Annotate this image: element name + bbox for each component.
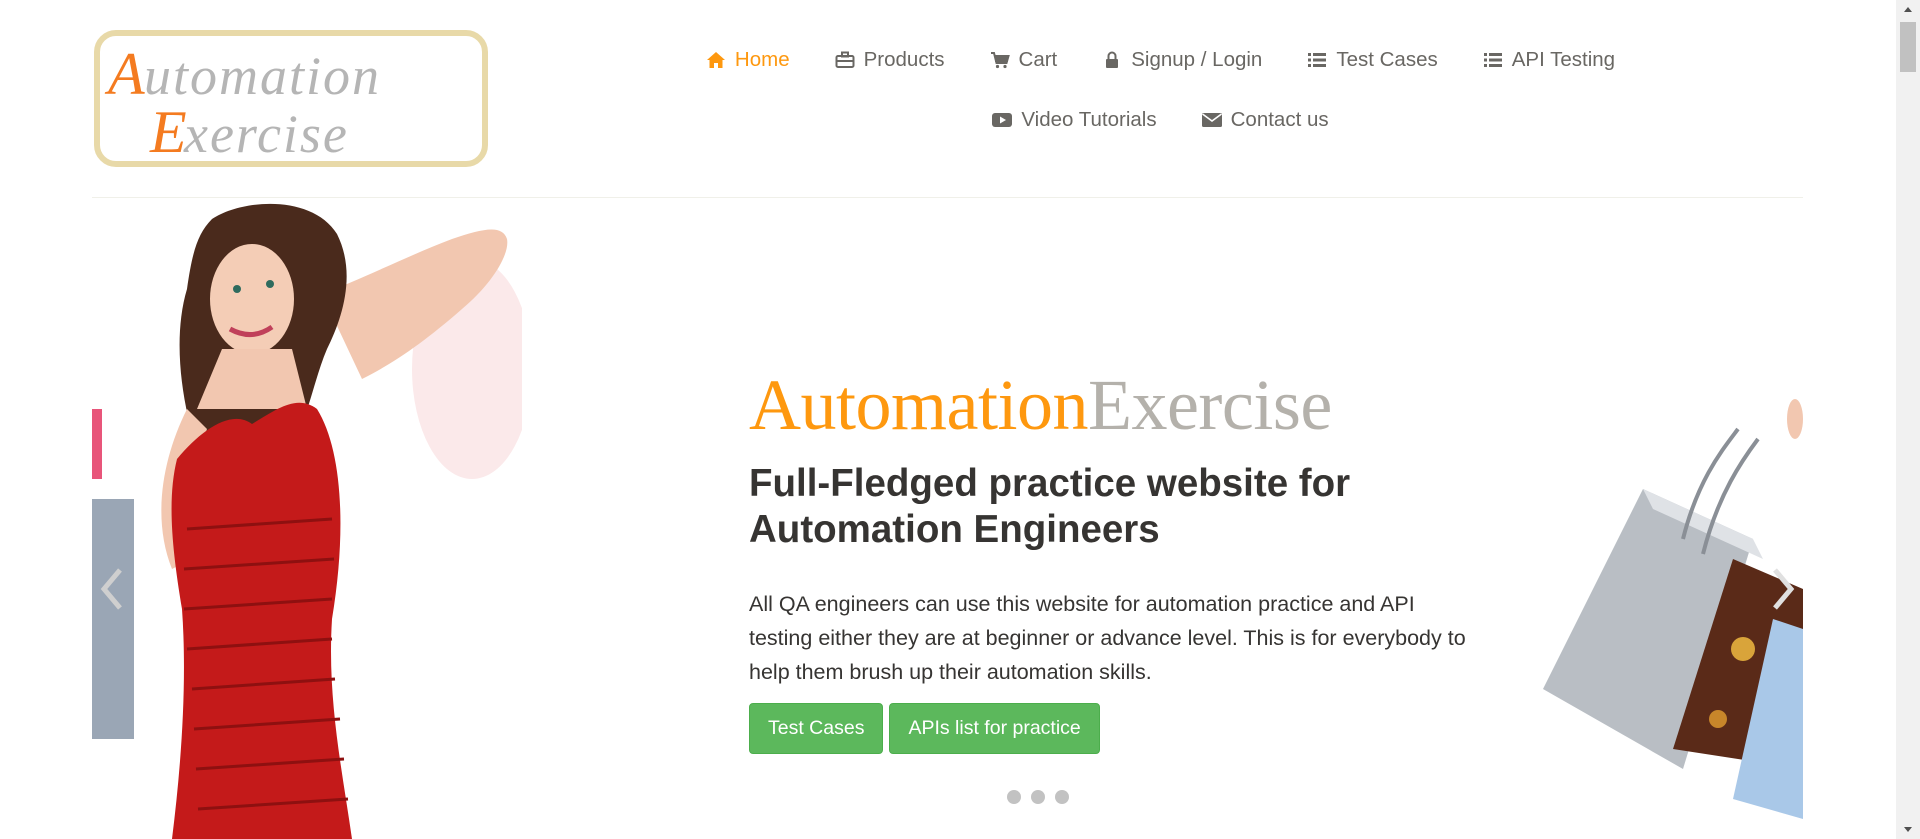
svg-text:utomation: utomation: [144, 46, 381, 106]
nav-video-tutorials-label: Video Tutorials: [1021, 108, 1157, 131]
svg-text:A: A: [104, 41, 145, 107]
slide-content: AutomationExercise Full-Fledged practice…: [749, 369, 1489, 754]
nav-row-2: Video Tutorials Contact us: [660, 100, 1660, 140]
main-nav: Home Products Cart Signup / Login Test C…: [660, 40, 1660, 140]
test-cases-button[interactable]: Test Cases: [749, 703, 884, 754]
slide-description: All QA engineers can use this website fo…: [749, 592, 1466, 684]
nav-cart[interactable]: Cart: [967, 40, 1080, 80]
nav-signup-login[interactable]: Signup / Login: [1079, 40, 1284, 80]
apis-list-button[interactable]: APIs list for practice: [889, 703, 1100, 754]
slider-next-arrow[interactable]: [1763, 559, 1803, 619]
hero-model-image: [92, 199, 522, 839]
svg-text:E: E: [149, 99, 187, 161]
nav-products[interactable]: Products: [812, 40, 967, 80]
slider-dot-3[interactable]: [1055, 790, 1069, 804]
slider-indicators: [1007, 790, 1069, 804]
brand-part-exercise: Exercise: [1087, 365, 1332, 445]
nav-contact-us[interactable]: Contact us: [1179, 100, 1351, 140]
briefcase-icon: [834, 50, 856, 70]
nav-signup-login-label: Signup / Login: [1131, 48, 1263, 71]
site-header: A utomation E xercise Home Products Cart…: [0, 0, 1896, 198]
slide-headline: Full-Fledged practice website for Automa…: [749, 462, 1351, 551]
scroll-down-arrow-icon[interactable]: [1902, 823, 1914, 835]
nav-home-label: Home: [734, 48, 790, 71]
site-logo[interactable]: A utomation E xercise: [94, 30, 488, 167]
nav-test-cases-label: Test Cases: [1336, 48, 1438, 71]
youtube-play-icon: [991, 110, 1013, 130]
list-icon: [1306, 50, 1328, 70]
scroll-up-arrow-icon[interactable]: [1902, 4, 1914, 16]
slider-dot-1[interactable]: [1007, 790, 1021, 804]
home-icon: [705, 50, 727, 70]
lock-icon: [1101, 50, 1123, 70]
hero-slider: AutomationExercise Full-Fledged practice…: [92, 199, 1803, 839]
nav-api-testing[interactable]: API Testing: [1460, 40, 1637, 80]
slider-prev-arrow[interactable]: [92, 559, 132, 619]
nav-contact-us-label: Contact us: [1230, 108, 1329, 131]
slider-dot-2[interactable]: [1031, 790, 1045, 804]
nav-video-tutorials[interactable]: Video Tutorials: [969, 100, 1178, 140]
nav-cart-label: Cart: [1018, 48, 1058, 71]
nav-test-cases[interactable]: Test Cases: [1284, 40, 1459, 80]
brand-part-automation: Automation: [749, 365, 1088, 445]
nav-row-1: Home Products Cart Signup / Login Test C…: [660, 40, 1660, 80]
chevron-right-icon: [1773, 568, 1795, 610]
nav-products-label: Products: [863, 48, 945, 71]
slide-buttons: Test Cases APIs list for practice: [749, 703, 1489, 754]
logo-image: A utomation E xercise: [104, 41, 381, 161]
svg-text:xercise: xercise: [183, 104, 349, 161]
scrollbar-thumb[interactable]: [1900, 22, 1916, 72]
nav-home[interactable]: Home: [683, 40, 812, 80]
cart-icon: [989, 50, 1011, 70]
page-scrollbar[interactable]: [1896, 0, 1920, 839]
envelope-icon: [1201, 110, 1223, 130]
nav-api-testing-label: API Testing: [1511, 48, 1616, 71]
chevron-left-icon: [100, 568, 122, 610]
header-divider: [92, 197, 1803, 198]
list-icon: [1482, 50, 1504, 70]
shopping-bags-image: [1543, 399, 1803, 819]
slide-brand-title: AutomationExercise: [749, 369, 1489, 441]
